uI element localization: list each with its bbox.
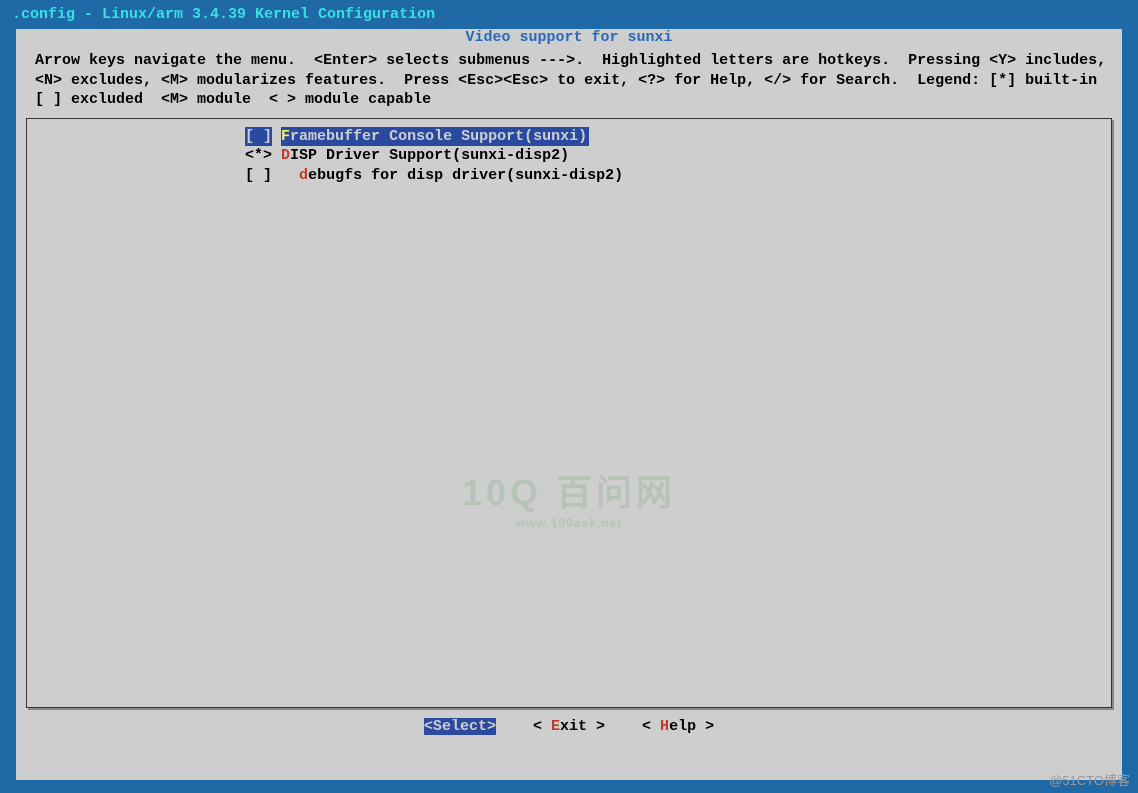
- hotkey: H: [660, 718, 669, 735]
- menu-item-label: Framebuffer Console Support(sunxi): [281, 127, 589, 147]
- exit-button[interactable]: < Exit >: [533, 718, 605, 735]
- window-frame: .config - Linux/arm 3.4.39 Kernel Config…: [0, 0, 1138, 793]
- hotkey: S: [433, 718, 442, 735]
- main-dialog: Video support for sunxi Arrow keys navig…: [16, 29, 1122, 780]
- menu-item-label: DISP Driver Support(sunxi-disp2): [281, 146, 571, 166]
- dialog-title: Video support for sunxi: [459, 29, 678, 46]
- hotkey: E: [551, 718, 560, 735]
- hotkey: d: [299, 167, 308, 184]
- menu-list[interactable]: [ ] Framebuffer Console Support(sunxi) <…: [27, 125, 1111, 186]
- hotkey: D: [281, 147, 290, 164]
- menu-item-disp-driver[interactable]: <*> DISP Driver Support(sunxi-disp2): [245, 146, 1111, 166]
- menu-item-label: debugfs for disp driver(sunxi-disp2): [299, 166, 625, 186]
- menu-item-state: <*>: [245, 146, 272, 166]
- menu-item-framebuffer[interactable]: [ ] Framebuffer Console Support(sunxi): [245, 127, 1111, 147]
- credit-text: @51CTO博客: [1049, 770, 1130, 789]
- menu-item-debugfs[interactable]: [ ] debugfs for disp driver(sunxi-disp2): [245, 166, 1111, 186]
- menu-box: [ ] Framebuffer Console Support(sunxi) <…: [26, 118, 1112, 708]
- hotkey: F: [281, 128, 290, 145]
- menu-item-state: [ ]: [245, 166, 272, 186]
- watermark: 10Q 百问网 www.100ask.net: [462, 464, 676, 530]
- select-button[interactable]: <Select>: [424, 718, 496, 735]
- window-title: .config - Linux/arm 3.4.39 Kernel Config…: [4, 4, 1134, 29]
- help-text: Arrow keys navigate the menu. <Enter> se…: [26, 37, 1112, 118]
- menu-item-state: [ ]: [245, 127, 272, 147]
- help-button[interactable]: < Help >: [642, 718, 714, 735]
- button-row: <Select> < Exit > < Help >: [26, 708, 1112, 735]
